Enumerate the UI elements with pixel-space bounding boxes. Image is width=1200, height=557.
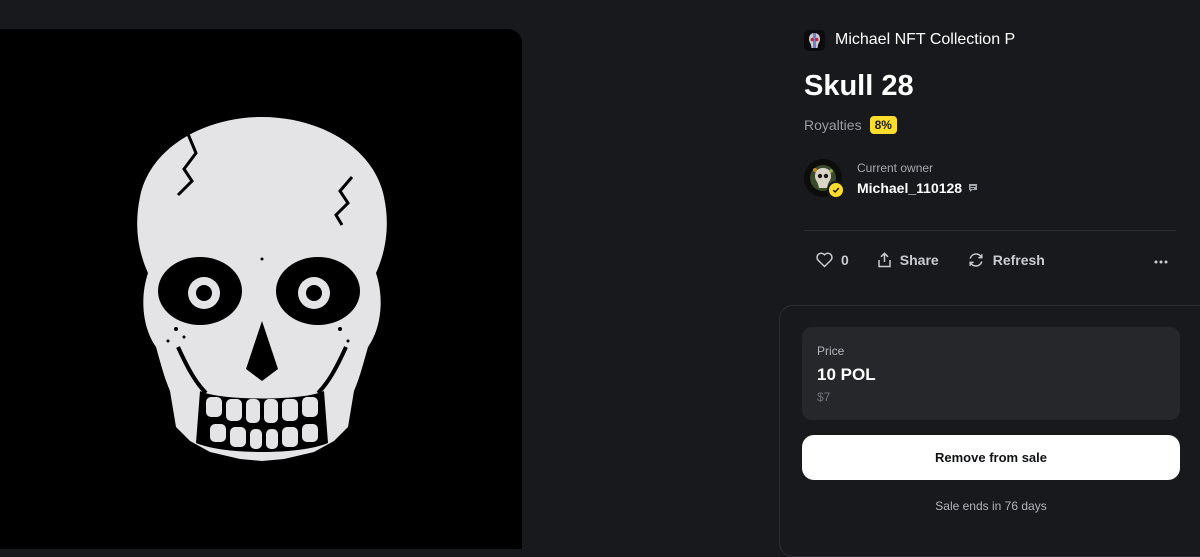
royalties-badge: 8% — [869, 116, 897, 134]
collection-link[interactable]: Michael NFT Collection P — [804, 28, 1176, 52]
royalties-row: Royalties 8% — [804, 116, 1176, 134]
owner-name-row: Michael_110128 — [857, 180, 978, 196]
more-dots-icon — [1154, 260, 1168, 264]
royalties-label: Royalties — [804, 117, 862, 133]
owner-row: Current owner Michael_110128 — [804, 159, 1176, 199]
share-icon — [878, 252, 891, 268]
verified-check-icon — [827, 181, 845, 199]
owner-avatar-link[interactable] — [804, 159, 845, 199]
refresh-label: Refresh — [992, 252, 1045, 268]
sale-ends-text: Sale ends in 76 days — [935, 499, 1047, 513]
refresh-icon — [969, 253, 983, 267]
nft-image[interactable] — [0, 29, 522, 549]
skull-artwork — [137, 117, 387, 461]
owner-name-link[interactable]: Michael_110128 — [857, 180, 962, 196]
share-label: Share — [899, 252, 939, 268]
page-title: Skull 28 — [804, 70, 914, 102]
sale-card: Price 10 POL $7 Remove from sale Sale en… — [779, 305, 1200, 557]
like-count: 0 — [841, 252, 849, 268]
price-label: Price — [817, 344, 845, 358]
price-box: Price 10 POL $7 — [802, 327, 1180, 420]
remove-from-sale-button[interactable]: Remove from sale — [802, 435, 1180, 480]
chat-icon[interactable] — [968, 183, 978, 193]
like-button[interactable]: 0 — [816, 252, 849, 268]
price-value: 10 POL — [817, 365, 876, 384]
refresh-button[interactable]: Refresh — [967, 252, 1045, 268]
action-bar: 0 Share Refresh — [816, 249, 1176, 271]
more-options-button[interactable] — [1154, 251, 1168, 269]
skull-avatar-icon — [804, 29, 825, 51]
nft-info-panel: Michael NFT Collection P Skull 28 Royalt… — [804, 28, 1176, 199]
owner-meta: Current owner Michael_110128 — [857, 161, 978, 196]
heart-icon — [816, 252, 833, 268]
price-fiat: $7 — [817, 390, 831, 404]
collection-name: Michael NFT Collection P — [835, 31, 1016, 48]
owner-label: Current owner — [857, 160, 934, 175]
divider — [804, 230, 1176, 231]
share-button[interactable]: Share — [877, 252, 939, 268]
